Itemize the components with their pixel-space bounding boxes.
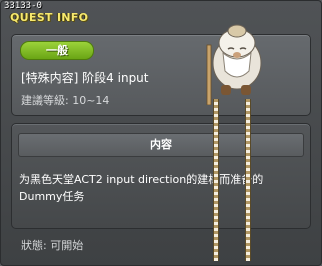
window-title: QUEST INFO <box>10 11 89 24</box>
quest-type-badge: 一般 <box>20 41 94 60</box>
npc-sage-icon <box>206 24 262 105</box>
content-section-header: 内容 <box>18 133 304 157</box>
quest-name: [特殊内容] 阶段4 input <box>21 71 149 85</box>
quest-id-label: 33133-0 <box>4 1 42 11</box>
quest-info-window: 33133-0 QUEST INFO 一般 [特殊内容] 阶段4 input 建… <box>0 0 322 266</box>
npc-staff-right <box>245 99 251 261</box>
npc-staff-left <box>213 99 219 261</box>
quest-description: 为黑色天堂ACT2 input direction的建構而准备的Dummy任务 <box>19 173 264 203</box>
recommended-level: 建議等級: 10~14 <box>21 94 110 107</box>
quest-status: 狀態: 可開始 <box>21 239 84 252</box>
